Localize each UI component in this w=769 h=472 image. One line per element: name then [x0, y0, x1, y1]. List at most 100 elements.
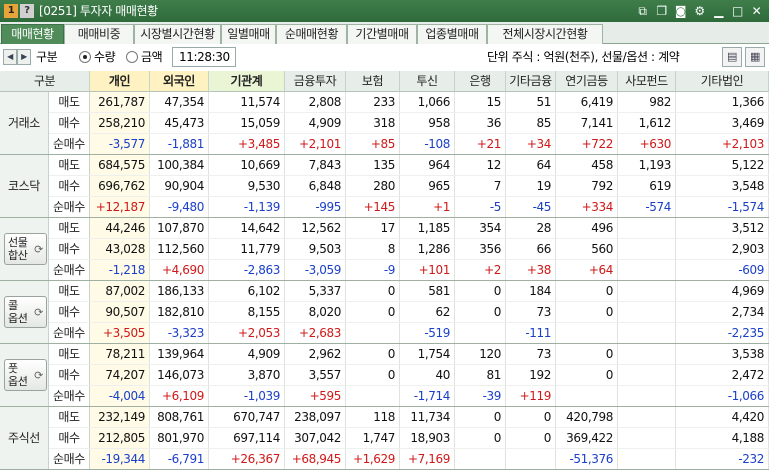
table-cell: 44,246: [90, 218, 150, 239]
table-cell: [556, 386, 618, 407]
table-cell: +2: [455, 260, 506, 281]
column-header-3[interactable]: 기관계: [209, 71, 285, 92]
tab-5[interactable]: 기간별매매: [347, 24, 417, 44]
column-header-7[interactable]: 은행: [455, 71, 506, 92]
next-arrow-icon[interactable]: ▶: [17, 49, 31, 65]
maximize-icon[interactable]: □: [729, 3, 746, 19]
group-toggle-button-4[interactable]: 풋 옵션 ⟳: [4, 359, 47, 391]
table-cell: 1,286: [400, 239, 455, 260]
tab-1[interactable]: 매매비중: [64, 24, 134, 44]
table-cell: 560: [556, 239, 618, 260]
quantity-radio-label[interactable]: 수량: [94, 49, 116, 65]
title-bar[interactable]: 1 ? [0251] 투자자 매매현황 ⧉ ❐ ◙ ⚙ ▁ □ ✕: [0, 0, 769, 22]
table-cell: +595: [285, 386, 346, 407]
table-cell: [618, 344, 676, 365]
column-header-8[interactable]: 기타금융: [506, 71, 556, 92]
column-header-10[interactable]: 사모펀드: [618, 71, 676, 92]
group-toggle-button-2[interactable]: 선물 합산 ⟳: [4, 233, 47, 265]
tab-6[interactable]: 업종별매매: [417, 24, 487, 44]
column-header-2[interactable]: 외국인: [150, 71, 209, 92]
table-cell: +64: [556, 260, 618, 281]
table-cell: 182,810: [150, 302, 209, 323]
table-cell: -519: [400, 323, 455, 344]
minimize-icon[interactable]: ▁: [710, 3, 727, 19]
column-header-6[interactable]: 투신: [400, 71, 455, 92]
screen-number-icon[interactable]: 1: [4, 4, 18, 18]
investor-table: 구분 개인 외국인 기관계 금융투자 보험 투신 은행 기타금융 연기금등 사모펀드 기타법인 거래소 매…: [0, 71, 769, 472]
column-header-5[interactable]: 보험: [346, 71, 400, 92]
table-cell: 792: [556, 176, 618, 197]
table-cell: 233: [346, 92, 400, 113]
table-cell: 369,422: [556, 428, 618, 449]
table-cell: [618, 260, 676, 281]
link-icon[interactable]: ⧉: [634, 3, 651, 19]
group-toggle-button-3[interactable]: 콜 옵션 ⟳: [4, 296, 47, 328]
table-view-icon[interactable]: ▤: [722, 47, 742, 67]
quantity-radio[interactable]: [79, 51, 91, 63]
column-header-1[interactable]: 개인: [90, 71, 150, 92]
gear-icon[interactable]: ⚙: [691, 3, 708, 19]
table-cell: 3,548: [676, 176, 769, 197]
time-input[interactable]: 11:28:30: [172, 47, 236, 67]
row-label-순매수: 순매수: [49, 134, 90, 155]
table-cell: 2,472: [676, 365, 769, 386]
tab-4[interactable]: 순매매현황: [276, 24, 347, 44]
table-cell: 4,909: [209, 344, 285, 365]
close-icon[interactable]: ✕: [748, 3, 765, 19]
table-cell: 0: [346, 365, 400, 386]
tab-0[interactable]: 매매현황: [1, 24, 64, 44]
table-cell: 5,122: [676, 155, 769, 176]
table-cell: 28: [506, 218, 556, 239]
tab-7[interactable]: 전체시장시간현황: [487, 24, 603, 44]
table-cell: 5,337: [285, 281, 346, 302]
table-cell: -111: [506, 323, 556, 344]
table-cell: [618, 428, 676, 449]
table-cell: 12,562: [285, 218, 346, 239]
table-cell: 186,133: [150, 281, 209, 302]
help-icon[interactable]: ?: [20, 4, 34, 18]
tab-3[interactable]: 일별매매: [221, 24, 276, 44]
table-cell: -19,344: [90, 449, 150, 470]
amount-radio[interactable]: [126, 51, 138, 63]
tab-2[interactable]: 시장별시간현황: [134, 24, 221, 44]
table-cell: 958: [400, 113, 455, 134]
table-cell: +145: [346, 197, 400, 218]
table-cell: [618, 365, 676, 386]
group-divider: [0, 469, 769, 470]
table-cell: -4,004: [90, 386, 150, 407]
row-label-매수: 매수: [49, 239, 90, 260]
copy-icon[interactable]: ❐: [653, 3, 670, 19]
table-cell: -1,574: [676, 197, 769, 218]
table-cell: [618, 386, 676, 407]
table-cell: -1,881: [150, 134, 209, 155]
table-cell: 11,779: [209, 239, 285, 260]
table-cell: 87,002: [90, 281, 150, 302]
table-cell: 7: [455, 176, 506, 197]
table-cell: +1: [400, 197, 455, 218]
table-cell: -3,577: [90, 134, 150, 155]
row-label-매도: 매도: [49, 155, 90, 176]
table-cell: +630: [618, 134, 676, 155]
table-cell: +1,629: [346, 449, 400, 470]
table-cell: 45,473: [150, 113, 209, 134]
table-cell: 261,787: [90, 92, 150, 113]
table-cell: 0: [556, 344, 618, 365]
table-cell: +6,109: [150, 386, 209, 407]
table-cell: +119: [506, 386, 556, 407]
group-1: 코스닥: [0, 155, 49, 218]
prev-arrow-icon[interactable]: ◀: [3, 49, 17, 65]
table-cell: 4,969: [676, 281, 769, 302]
column-header-11[interactable]: 기타법인: [676, 71, 769, 92]
column-header-0[interactable]: 구분: [0, 71, 90, 92]
table-cell: +3,505: [90, 323, 150, 344]
column-header-4[interactable]: 금융투자: [285, 71, 346, 92]
column-header-9[interactable]: 연기금등: [556, 71, 618, 92]
table-cell: 64: [506, 155, 556, 176]
camera-icon[interactable]: ◙: [672, 3, 689, 19]
table-cell: 73: [506, 302, 556, 323]
table-cell: 73: [506, 344, 556, 365]
table-cell: 146,073: [150, 365, 209, 386]
amount-radio-label[interactable]: 금액: [141, 49, 163, 65]
table-cell: 2,734: [676, 302, 769, 323]
chart-view-icon[interactable]: ▦: [745, 47, 765, 67]
